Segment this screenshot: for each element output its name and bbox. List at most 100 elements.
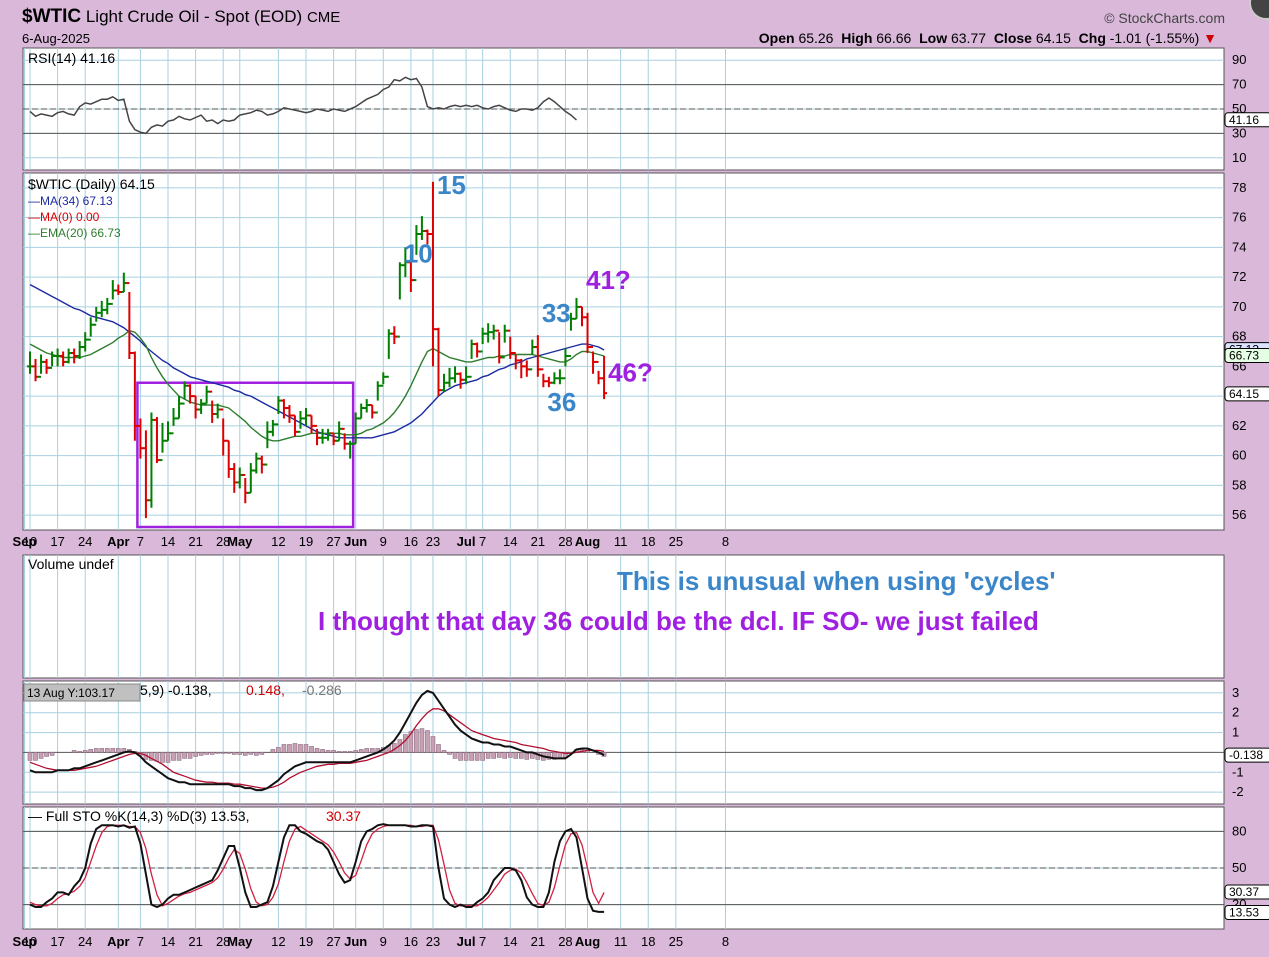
x-tick-label: 9 bbox=[380, 934, 387, 949]
macd-histogram-bar bbox=[248, 752, 254, 755]
x-tick-label: 28 bbox=[558, 534, 572, 549]
macd-histogram-bar bbox=[198, 752, 204, 756]
x-tick-label: 9 bbox=[380, 534, 387, 549]
x-tick-label: Jun bbox=[344, 534, 367, 549]
rsi-y-tick-label: 30 bbox=[1232, 125, 1246, 140]
rsi-y-tick-label: 10 bbox=[1232, 150, 1246, 165]
macd-histogram-bar bbox=[518, 752, 524, 759]
x-tick-label: 25 bbox=[669, 934, 683, 949]
x-tick-label: Sep bbox=[13, 534, 37, 549]
ema20-legend: —EMA(20) 66.73 bbox=[28, 226, 121, 240]
price-y-tick-label: 58 bbox=[1232, 477, 1246, 492]
macd-histogram-bar bbox=[110, 748, 116, 753]
stoch-d-legend: 30.37 bbox=[326, 808, 361, 824]
macd-histogram-bar bbox=[502, 752, 508, 759]
macd-histogram-bar bbox=[182, 752, 187, 759]
macd-histogram-bar bbox=[215, 752, 220, 754]
macd-histogram-bar bbox=[259, 752, 265, 755]
x-tick-label: Aug bbox=[575, 534, 600, 549]
macd-histogram-bar bbox=[436, 744, 441, 753]
macd-histogram-bar bbox=[342, 751, 347, 753]
stoch-k-last-tag-text: 13.53 bbox=[1229, 905, 1259, 919]
macd-histogram-bar bbox=[254, 752, 259, 756]
cycle-annotation: 10 bbox=[404, 238, 433, 268]
macd-histogram-bar bbox=[485, 752, 491, 759]
macd-y-tick-label: -2 bbox=[1232, 784, 1244, 799]
macd-histogram-bar bbox=[320, 749, 325, 753]
macd-histogram-bar bbox=[104, 748, 110, 753]
macd-histogram-bar bbox=[292, 743, 298, 753]
x-tick-label: 7 bbox=[137, 934, 144, 949]
volume-legend: Volume undef bbox=[28, 556, 114, 572]
chart-canvas[interactable]: 10 17 24 Apr 7 14 21 28May 12 19 27 Jun 9 16 23 Jul 7 14 2… bbox=[0, 0, 1269, 957]
macd-histogram-bar bbox=[171, 752, 176, 761]
x-tick-label: Aug bbox=[575, 934, 600, 949]
cycle-annotation: 46? bbox=[608, 357, 653, 387]
macd-histogram-bar bbox=[231, 752, 237, 755]
x-tick-label: May bbox=[227, 934, 253, 949]
macd-histogram-bar bbox=[430, 736, 436, 753]
macd-histogram-bar bbox=[165, 752, 171, 763]
rsi-last-tag-text: 41.16 bbox=[1229, 113, 1259, 127]
x-tick-label: 25 bbox=[669, 534, 683, 549]
rsi-y-tick-label: 70 bbox=[1232, 77, 1246, 92]
rsi-y-tick-label: 90 bbox=[1232, 52, 1246, 67]
x-tick-label: 24 bbox=[78, 534, 92, 549]
x-tick-label: 18 bbox=[641, 934, 655, 949]
x-tick-label: 7 bbox=[479, 934, 486, 949]
price-y-tick-label: 60 bbox=[1232, 448, 1246, 463]
macd-histogram-bar bbox=[441, 750, 447, 753]
x-tick-label: 12 bbox=[271, 534, 285, 549]
macd-histogram-bar bbox=[419, 728, 425, 753]
macd-histogram-bar bbox=[298, 744, 303, 753]
macd-y-tick-label: 2 bbox=[1232, 705, 1239, 720]
macd-histogram-bar bbox=[325, 750, 331, 753]
macd-histogram-bar bbox=[93, 748, 99, 753]
x-tick-label: 23 bbox=[426, 934, 440, 949]
macd-legend: 5,9) -0.138, bbox=[140, 682, 212, 698]
macd-histogram-bar bbox=[276, 747, 281, 753]
x-tick-label: 7 bbox=[479, 534, 486, 549]
macd-histogram-bar bbox=[176, 752, 182, 761]
macd-histogram-bar bbox=[226, 752, 232, 754]
price-legend: $WTIC (Daily) 64.15 bbox=[28, 176, 155, 192]
macd-histogram-bar bbox=[49, 752, 55, 756]
macd-histogram-bar bbox=[336, 751, 342, 753]
x-tick-label: 8 bbox=[722, 534, 729, 549]
x-tick-label: 21 bbox=[531, 934, 545, 949]
x-tick-label: 14 bbox=[161, 934, 175, 949]
macd-histogram-bar bbox=[270, 749, 276, 753]
ema20-last-tag-text: 66.73 bbox=[1229, 349, 1259, 363]
price-y-tick-label: 62 bbox=[1232, 418, 1246, 433]
stoch-d-last-tag-text: 30.37 bbox=[1229, 885, 1259, 899]
close-last-tag-text: 64.15 bbox=[1229, 387, 1259, 401]
stoch-y-tick-label: 50 bbox=[1232, 860, 1246, 875]
macd-badge: 13 Aug Y:103.17 bbox=[27, 686, 115, 700]
macd-histogram-bar bbox=[187, 752, 193, 759]
ma34-legend: —MA(34) 67.13 bbox=[28, 194, 113, 208]
x-tick-label: 14 bbox=[161, 534, 175, 549]
macd-histogram-bar bbox=[116, 748, 121, 753]
macd-histogram-bar bbox=[193, 752, 198, 757]
price-y-tick-label: 56 bbox=[1232, 507, 1246, 522]
macd-histogram-bar bbox=[77, 751, 82, 753]
macd-histogram-bar bbox=[314, 748, 320, 753]
macd-histogram-bar bbox=[44, 752, 49, 757]
cycle-annotation: 36 bbox=[547, 387, 576, 417]
x-tick-label: 14 bbox=[503, 534, 517, 549]
x-tick-label: 16 bbox=[404, 934, 418, 949]
x-tick-label: 11 bbox=[614, 934, 628, 949]
macd-histogram-bar bbox=[491, 752, 496, 759]
macd-histogram-bar bbox=[38, 752, 44, 759]
note-cycles: This is unusual when using 'cycles' bbox=[617, 566, 1056, 596]
x-tick-label: Sep bbox=[13, 934, 37, 949]
macd-histogram-bar bbox=[469, 752, 474, 761]
macd-histogram-bar bbox=[507, 752, 513, 758]
macd-histogram-bar bbox=[160, 752, 165, 763]
x-tick-label: Jul bbox=[457, 534, 476, 549]
x-tick-label: 19 bbox=[299, 934, 313, 949]
macd-histogram-bar bbox=[287, 744, 292, 753]
cycle-annotation: 41? bbox=[586, 265, 631, 295]
x-tick-label: 24 bbox=[78, 934, 92, 949]
price-y-tick-label: 78 bbox=[1232, 180, 1246, 195]
